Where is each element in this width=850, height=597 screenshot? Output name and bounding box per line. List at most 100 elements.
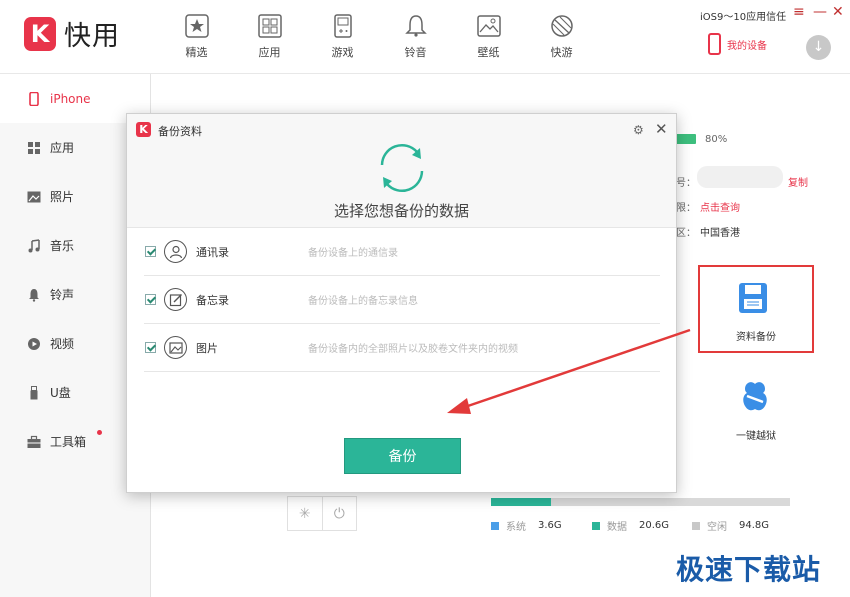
nav-label: 游戏	[331, 46, 354, 59]
backup-button[interactable]: 备份	[344, 438, 461, 474]
backup-tool-label: 资料备份	[736, 332, 776, 343]
apps-grid-icon	[257, 14, 282, 38]
close-icon[interactable]: ✕	[655, 120, 668, 138]
logo-mark: K	[24, 16, 56, 51]
option-description: 备份设备内的全部照片以及胶卷文件夹内的视频	[308, 344, 518, 355]
bell-icon	[404, 15, 427, 37]
jailbreak-tool-label: 一键越狱	[736, 431, 776, 442]
legend-value: 20.6G	[639, 520, 670, 531]
legend-free: 空闲 94.8G	[692, 518, 769, 533]
power-icon[interactable]: ⏻	[321, 497, 357, 530]
check-warranty-link[interactable]: 点击查询	[700, 199, 740, 214]
toolbox-icon	[27, 435, 41, 448]
option-label: 图片	[196, 341, 218, 355]
sidebar-item-label: 工具箱	[50, 435, 87, 449]
option-label: 备忘录	[196, 293, 229, 307]
nav-wallpaper[interactable]: 壁纸	[452, 14, 525, 60]
photo-icon	[27, 191, 41, 202]
nav-label: 精选	[185, 46, 208, 59]
wallpaper-icon	[476, 15, 501, 37]
phone-icon	[708, 33, 721, 55]
nav-featured[interactable]: 精选	[160, 14, 233, 60]
device-actions: ✳ ⏻	[287, 496, 357, 531]
region-label: 区：	[676, 228, 696, 239]
legend-swatch	[692, 521, 700, 530]
nav-label: 应用	[258, 46, 281, 59]
image-icon	[164, 336, 187, 359]
minimize-icon[interactable]: —	[813, 4, 827, 20]
gear-icon[interactable]: ⚙	[633, 123, 644, 137]
storage-bar	[491, 498, 790, 506]
backup-dialog: K 备份资料 ⚙ ✕ 选择您想备份的数据 通讯录 备份设备上的通信录 备忘录 备…	[126, 113, 677, 493]
phone-icon	[29, 91, 39, 106]
sidebar-item-label: U盘	[50, 386, 71, 400]
legend-name: 系统	[506, 522, 526, 533]
music-icon	[28, 238, 40, 252]
dialog-logo: K	[136, 122, 151, 137]
option-description: 备份设备上的备忘录信息	[308, 296, 418, 307]
legend-swatch	[491, 521, 499, 530]
floppy-disk-icon	[739, 283, 767, 313]
nav-quick-games[interactable]: 快游	[525, 14, 598, 60]
jailbreak-tool[interactable]: 一键越狱	[703, 370, 809, 450]
storage-used-fill	[491, 498, 551, 506]
dialog-heading: 选择您想备份的数据	[333, 202, 469, 220]
my-device-button[interactable]: 我的设备	[708, 33, 767, 55]
notes-checkbox[interactable]	[145, 294, 156, 305]
backup-option-notes[interactable]: 备忘录 备份设备上的备忘录信息	[144, 276, 660, 324]
dialog-header: K 备份资料 ⚙ ✕ 选择您想备份的数据	[127, 114, 676, 228]
backup-option-photos[interactable]: 图片 备份设备内的全部照片以及胶卷文件夹内的视频	[144, 324, 660, 372]
app-logo: K 快用	[24, 14, 120, 53]
serial-value	[697, 166, 783, 188]
notification-dot	[97, 430, 102, 435]
app-name: 快用	[64, 21, 120, 52]
sidebar-item-label: 照片	[50, 190, 75, 204]
legend-value: 3.6G	[538, 520, 562, 531]
warranty-label: 限：	[676, 203, 696, 214]
sync-icon	[380, 144, 424, 192]
backup-option-contacts[interactable]: 通讯录 备份设备上的通信录	[144, 228, 660, 276]
close-window-icon[interactable]: ✕	[832, 4, 844, 20]
region-value: 中国香港	[700, 228, 740, 239]
sidebar-item-label: 音乐	[50, 239, 75, 253]
sidebar-item-label: 视频	[50, 337, 75, 351]
copy-link[interactable]: 复制	[788, 174, 808, 189]
serial-label: 号：	[676, 178, 696, 189]
trust-apps-link[interactable]: iOS9～10应用信任	[700, 8, 786, 23]
nav-label: 铃音	[404, 46, 427, 59]
nav-ringtones[interactable]: 铃音	[379, 14, 452, 60]
sidebar-item-label: 铃声	[50, 288, 75, 302]
option-description: 备份设备上的通信录	[308, 248, 398, 259]
nav-label: 快游	[550, 46, 573, 59]
top-bar: K 快用 精选 应用 游戏 铃音 壁纸 快游 iOS9～10应用信任 ≡ — ✕…	[0, 0, 850, 74]
watermark: 极速下载站	[676, 553, 822, 586]
download-icon[interactable]: ↓	[806, 35, 831, 60]
jailbreak-icon	[743, 382, 767, 411]
note-edit-icon	[164, 288, 187, 311]
sidebar-item-label: iPhone	[50, 91, 91, 106]
battery-level: 80%	[705, 134, 728, 145]
legend-name: 空闲	[707, 522, 727, 533]
option-label: 通讯录	[196, 245, 229, 259]
star-icon	[184, 14, 209, 38]
data-backup-tool[interactable]: 资料备份	[698, 265, 814, 353]
contact-icon	[164, 240, 187, 263]
menu-icon[interactable]: ≡	[793, 4, 805, 20]
loading-spinner-icon[interactable]: ✳	[288, 497, 322, 530]
nav-apps[interactable]: 应用	[233, 14, 306, 60]
gamepad-icon	[333, 14, 352, 38]
bell-icon	[29, 288, 39, 302]
play-icon	[28, 337, 40, 350]
legend-value: 94.8G	[739, 520, 770, 531]
legend-system: 系统 3.6G	[491, 518, 562, 533]
leaf-icon	[550, 15, 573, 37]
my-device-label: 我的设备	[727, 40, 767, 52]
sidebar-item-label: 应用	[50, 141, 75, 155]
legend-name: 数据	[607, 522, 627, 533]
contacts-checkbox[interactable]	[145, 246, 156, 257]
main-nav: 精选 应用 游戏 铃音 壁纸 快游	[160, 14, 598, 60]
photos-checkbox[interactable]	[145, 342, 156, 353]
nav-games[interactable]: 游戏	[306, 14, 379, 60]
usb-icon	[30, 385, 38, 399]
nav-label: 壁纸	[477, 46, 500, 59]
